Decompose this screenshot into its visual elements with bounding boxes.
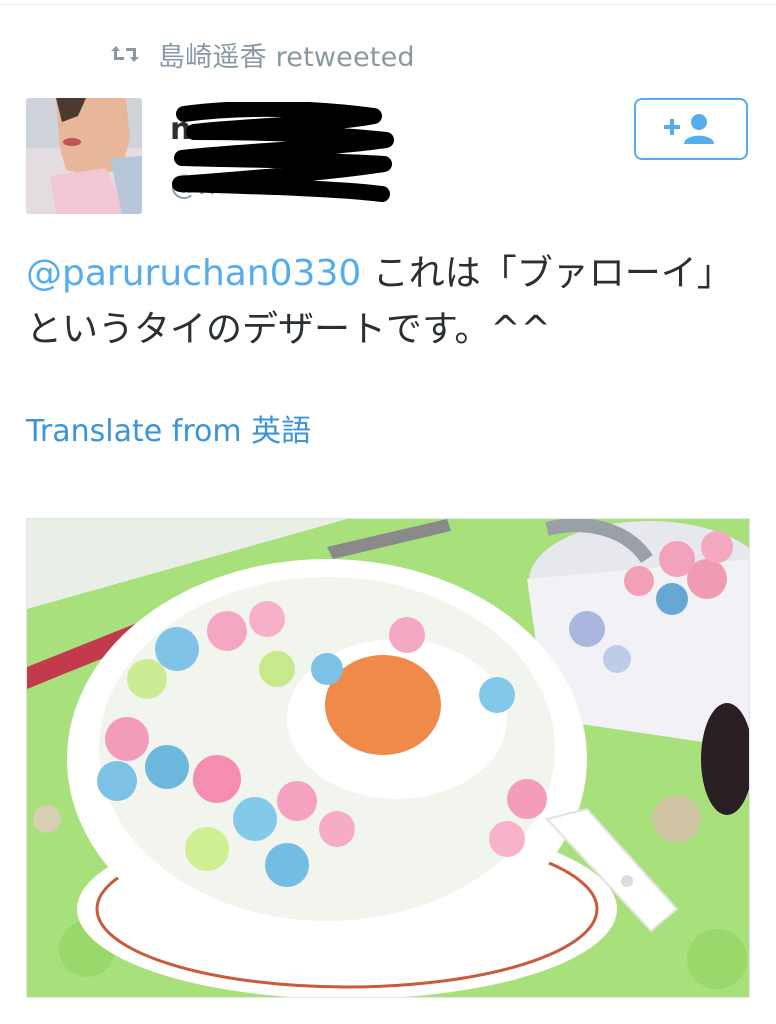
retweet-icon	[110, 43, 140, 65]
tweet-text: @paruruchan0330 これは「ブァローイ」というタイのデザートです。^…	[26, 246, 756, 358]
retweet-context[interactable]: 島崎遥香 retweeted	[110, 34, 415, 74]
mention-link[interactable]: @paruruchan0330	[26, 253, 361, 294]
retweet-label: 島崎遥香 retweeted	[158, 41, 415, 73]
follow-button[interactable]	[634, 98, 748, 160]
tweet-card: 島崎遥香 retweeted n @n @paruruchan0330 これは「…	[0, 0, 776, 1024]
redaction-scribble	[172, 102, 394, 202]
divider	[0, 4, 776, 5]
translate-link[interactable]: Translate from 英語	[26, 406, 311, 450]
avatar[interactable]	[26, 98, 142, 214]
tweet-photo[interactable]	[26, 518, 750, 998]
author-identity[interactable]: n @n	[170, 102, 410, 216]
follow-user-icon	[664, 114, 714, 144]
